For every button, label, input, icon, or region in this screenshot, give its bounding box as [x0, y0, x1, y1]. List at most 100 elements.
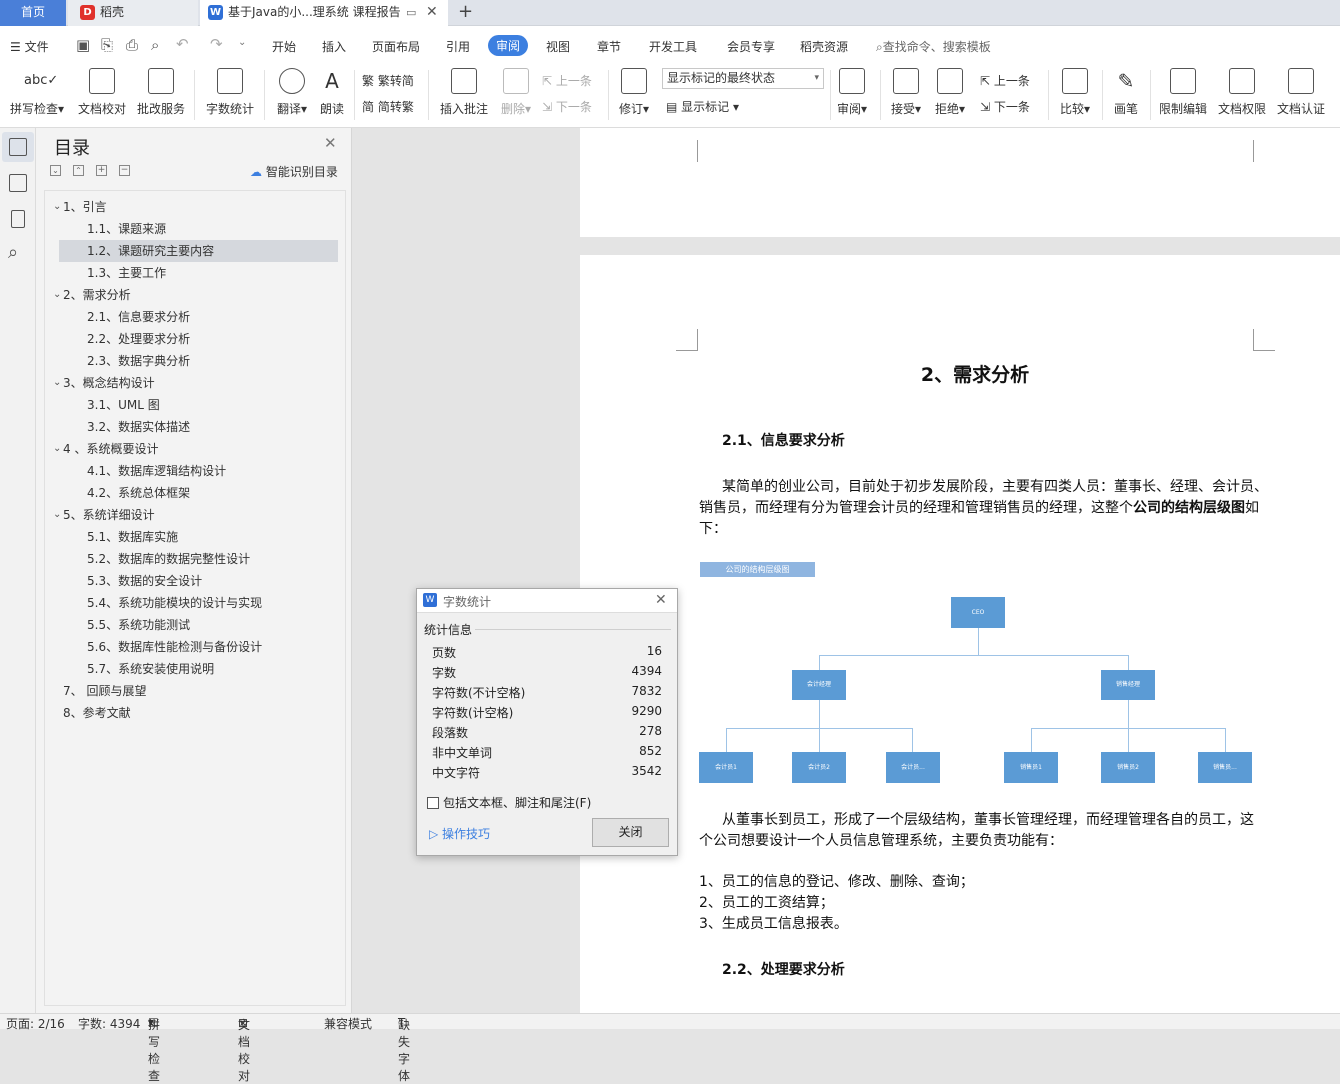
next-comment-button[interactable]: ⇲ 下一条: [542, 98, 592, 115]
bookmark-icon[interactable]: [11, 210, 25, 228]
new-tab-button[interactable]: +: [458, 0, 473, 24]
menu-chapter[interactable]: 章节: [597, 38, 621, 55]
chevron-down-icon[interactable]: ⌄: [53, 438, 61, 460]
pen-button[interactable]: ✎ 画笔: [1110, 68, 1142, 117]
remove-level-icon[interactable]: −: [119, 165, 130, 176]
search-icon[interactable]: ⌕: [8, 242, 18, 263]
review-pane-button[interactable]: 审阅▾: [834, 68, 870, 117]
menu-view[interactable]: 视图: [546, 38, 570, 55]
include-textbox-checkbox[interactable]: 包括文本框、脚注和尾注(F): [427, 794, 591, 811]
read-aloud-button[interactable]: A 朗读: [316, 68, 348, 117]
close-tab-icon[interactable]: ✕: [426, 0, 438, 25]
menu-dev-tools[interactable]: 开发工具: [649, 38, 697, 55]
proofread-button[interactable]: 文档校对: [76, 68, 128, 117]
undo-icon[interactable]: ↶: [176, 35, 189, 53]
menu-page-layout[interactable]: 页面布局: [372, 38, 420, 55]
spell-check-button[interactable]: abc✓ 拼写检查▾: [8, 68, 66, 117]
toc-item[interactable]: 3.1、UML 图: [59, 394, 338, 416]
add-level-icon[interactable]: +: [96, 165, 107, 176]
restrict-edit-button[interactable]: 限制编辑: [1156, 68, 1210, 117]
compare-button[interactable]: 比较▾: [1056, 68, 1094, 117]
menu-start[interactable]: 开始: [272, 38, 296, 55]
expand-up-icon[interactable]: ⌃: [73, 165, 84, 176]
menu-insert[interactable]: 插入: [322, 38, 346, 55]
chevron-down-icon[interactable]: ⌄: [53, 504, 61, 526]
toc-item[interactable]: 5.3、数据的安全设计: [59, 570, 338, 592]
print-icon[interactable]: ⎙: [126, 36, 138, 54]
toc-item[interactable]: ⌄ 2、需求分析: [45, 284, 338, 306]
tips-link[interactable]: ▷ 操作技巧: [429, 825, 490, 842]
toc-item[interactable]: 1.2、课题研究主要内容: [59, 240, 338, 262]
print-preview-icon[interactable]: ⌕: [151, 36, 159, 54]
chapter-icon[interactable]: [9, 174, 27, 192]
status-page[interactable]: 页面: 2/16: [6, 1015, 65, 1032]
word-count-button[interactable]: 字数统计: [202, 68, 258, 117]
next-change-button[interactable]: ⇲ 下一条: [980, 98, 1030, 115]
prev-change-button[interactable]: ⇱ 上一条: [980, 72, 1030, 89]
toc-item[interactable]: 1.3、主要工作: [59, 262, 338, 284]
toc-item[interactable]: 2.1、信息要求分析: [59, 306, 338, 328]
accept-button[interactable]: 接受▾: [888, 68, 924, 117]
menu-reference[interactable]: 引用: [446, 38, 470, 55]
menu-daoke-resources[interactable]: 稻壳资源: [800, 38, 848, 55]
toc-item[interactable]: 4.2、系统总体框架: [59, 482, 338, 504]
org-connector: [1128, 728, 1129, 752]
toc-item[interactable]: 2.2、处理要求分析: [59, 328, 338, 350]
to-traditional-button[interactable]: 繁 繁转简: [362, 72, 414, 89]
toc-item[interactable]: ⌄ 5、系统详细设计: [45, 504, 338, 526]
toc-item[interactable]: 2.3、数据字典分析: [59, 350, 338, 372]
doc-cert-button[interactable]: 文档认证: [1274, 68, 1328, 117]
toc-item[interactable]: 4.1、数据库逻辑结构设计: [59, 460, 338, 482]
tab-document[interactable]: W 基于Java的小...理系统 课程报告 ▭ ✕: [200, 0, 448, 26]
quick-access-dropdown-icon[interactable]: ⌄: [238, 37, 246, 48]
toc-item-label: 5.7、系统安装使用说明: [87, 662, 215, 676]
toc-item[interactable]: 5.1、数据库实施: [59, 526, 338, 548]
tab-home[interactable]: 首页: [0, 0, 66, 26]
toc-item[interactable]: 5.7、系统安装使用说明: [59, 658, 338, 680]
status-word-count[interactable]: 字数: 4394: [78, 1015, 140, 1032]
delete-comment-button[interactable]: 删除▾: [496, 68, 536, 117]
redo-icon[interactable]: ↷: [210, 35, 223, 53]
org-connector: [978, 628, 979, 655]
close-icon[interactable]: ✕: [655, 592, 667, 608]
chevron-down-icon[interactable]: ⌄: [53, 372, 61, 394]
menu-member[interactable]: 会员专享: [727, 38, 775, 55]
menu-review[interactable]: 审阅: [488, 35, 529, 56]
close-icon[interactable]: ✕: [324, 134, 337, 152]
dialog-titlebar[interactable]: W 字数统计 ✕: [417, 589, 677, 613]
toc-item[interactable]: 5.2、数据库的数据完整性设计: [59, 548, 338, 570]
translate-button[interactable]: 翻译▾: [272, 68, 312, 117]
chevron-down-icon[interactable]: ⌄: [53, 196, 61, 218]
toc-item[interactable]: ⌄ 4 、系统概要设计: [45, 438, 338, 460]
smart-toc-button[interactable]: ☁ 智能识别目录: [250, 163, 338, 180]
close-button[interactable]: 关闭: [592, 818, 669, 847]
to-simplified-button[interactable]: 简 简转繁: [362, 98, 414, 115]
command-search[interactable]: ⌕查找命令、搜索模板: [876, 38, 991, 55]
insert-comment-button[interactable]: 插入批注: [436, 68, 492, 117]
review-service-button[interactable]: 批改服务: [134, 68, 188, 117]
tab-daoke[interactable]: D 稻壳: [68, 0, 198, 26]
permission-icon: [1229, 68, 1255, 94]
save-icon[interactable]: ▣: [76, 36, 90, 54]
toc-item[interactable]: 7、 回顾与展望: [45, 680, 338, 702]
toc-item[interactable]: 8、参考文献: [45, 702, 338, 724]
toc-item[interactable]: 1.1、课题来源: [59, 218, 338, 240]
monitor-icon[interactable]: ▭: [406, 0, 416, 25]
status-spell-check[interactable]: ☑ 拼写检查 ▾: [148, 1015, 160, 1083]
doc-permission-button[interactable]: 文档权限: [1215, 68, 1269, 117]
toc-item[interactable]: 3.2、数据实体描述: [59, 416, 338, 438]
file-menu[interactable]: ☰ 文件: [10, 38, 49, 55]
collapse-all-icon[interactable]: ⌄: [50, 165, 61, 176]
toc-item[interactable]: ⌄ 1、引言: [45, 196, 338, 218]
toc-item[interactable]: 5.4、系统功能模块的设计与实现: [59, 592, 338, 614]
reject-button[interactable]: 拒绝▾: [932, 68, 968, 117]
export-icon[interactable]: ⎘: [101, 36, 113, 54]
toc-item[interactable]: ⌄ 3、概念结构设计: [45, 372, 338, 394]
toc-item[interactable]: 5.6、数据库性能检测与备份设计: [59, 636, 338, 658]
prev-comment-button[interactable]: ⇱ 上一条: [542, 72, 592, 89]
show-markup-button[interactable]: ▤ 显示标记 ▾: [666, 98, 739, 115]
chevron-down-icon[interactable]: ⌄: [53, 284, 61, 306]
revise-button[interactable]: 修订▾: [616, 68, 652, 117]
toc-item[interactable]: 5.5、系统功能测试: [59, 614, 338, 636]
markup-state-select[interactable]: 显示标记的最终状态 ▾: [662, 68, 824, 89]
